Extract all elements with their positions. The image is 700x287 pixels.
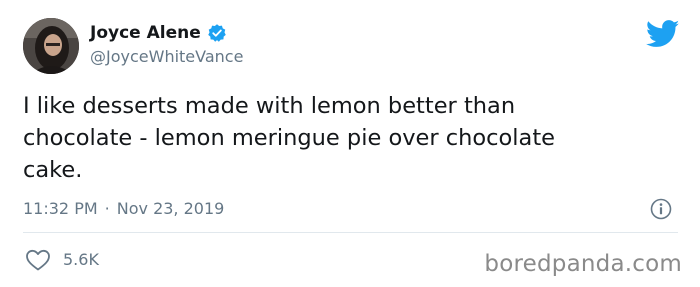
display-name[interactable]: Joyce Alene bbox=[90, 22, 201, 44]
divider bbox=[23, 232, 678, 233]
user-handle[interactable]: @JoyceWhiteVance bbox=[90, 47, 243, 67]
tweet-time: 11:32 PM bbox=[23, 199, 98, 218]
verified-badge-icon bbox=[207, 23, 227, 43]
like-button[interactable]: 5.6K bbox=[25, 248, 99, 272]
heart-icon bbox=[25, 248, 51, 272]
timestamp-separator: · bbox=[104, 199, 110, 218]
info-icon[interactable] bbox=[650, 198, 672, 220]
tweet-timestamp[interactable]: 11:32 PM · Nov 23, 2019 bbox=[23, 198, 224, 220]
tweet-date: Nov 23, 2019 bbox=[116, 199, 225, 218]
tweet-card: Joyce Alene @JoyceWhiteVance I like dess… bbox=[0, 0, 700, 287]
watermark: boredpanda.com bbox=[484, 251, 682, 277]
like-count: 5.6K bbox=[63, 250, 99, 269]
author-name-row: Joyce Alene bbox=[90, 22, 227, 44]
tweet-text: I like desserts made with lemon better t… bbox=[23, 93, 556, 183]
avatar[interactable] bbox=[23, 18, 79, 74]
twitter-bird-icon[interactable] bbox=[645, 20, 680, 48]
